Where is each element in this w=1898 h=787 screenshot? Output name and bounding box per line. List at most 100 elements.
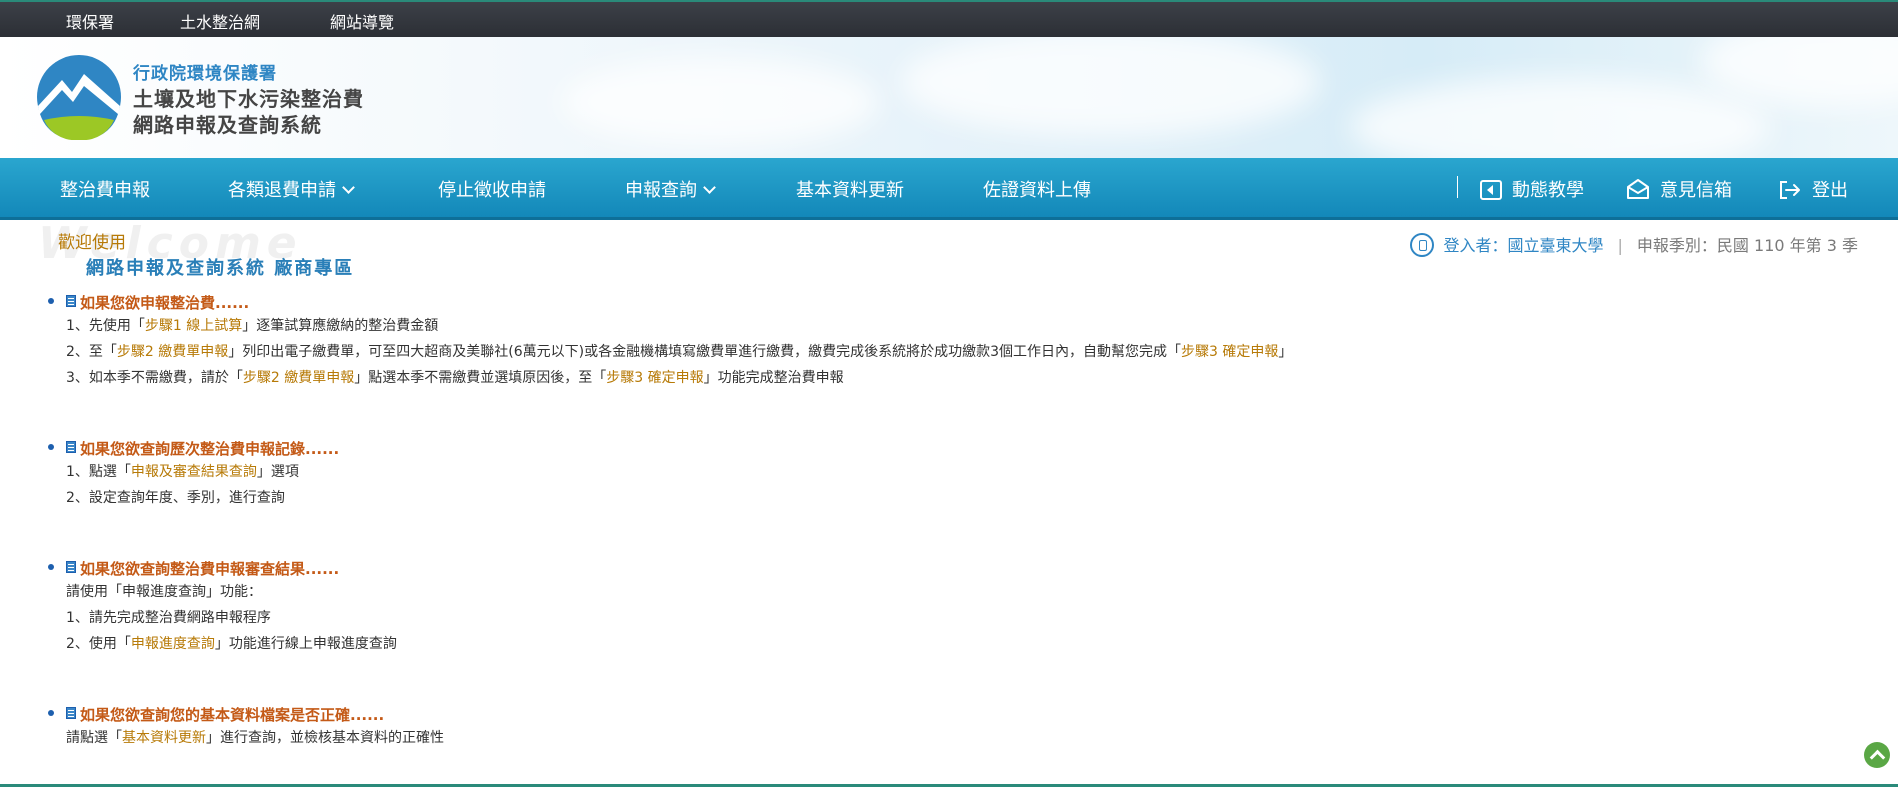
bullet-icon <box>48 444 54 450</box>
scroll-to-top-button[interactable] <box>1864 742 1890 768</box>
top-bar: 環保署 土水整治網 網站導覽 <box>0 0 1898 37</box>
nav-label: 意見信箱 <box>1660 180 1732 201</box>
brand-subtitle: 網路申報及查詢系統 <box>133 113 322 137</box>
info-separator: | <box>1617 236 1623 255</box>
instruction-text: 2、使用「 <box>66 636 131 652</box>
nav-label: 整治費申報 <box>60 180 150 201</box>
bullet-icon <box>48 564 54 570</box>
instruction-text: 」點選本季不需繳費並選填原因後，至「 <box>354 370 607 386</box>
instruction-text: 」進行查詢，並檢核基本資料的正確性 <box>206 730 444 746</box>
header-cloud <box>1350 77 1770 158</box>
nav-label: 佐證資料上傳 <box>983 180 1091 201</box>
instruction-line: 1、點選「申報及審查結果查詢」選項 <box>44 459 1544 485</box>
nav-refund-application[interactable]: 各類退費申請 <box>228 176 355 202</box>
section-heading: 如果您欲查詢歷次整治費申報記錄...... <box>44 437 1544 459</box>
bullet-icon <box>48 710 54 716</box>
main-nav: 整治費申報 各類退費申請 停止徵收申請 申報查詢 基本資料更新 佐證資料上傳 動… <box>0 158 1898 220</box>
instruction-text: 」選項 <box>256 464 299 480</box>
function-link[interactable]: 步驟3 確定申報 <box>606 370 703 386</box>
document-icon <box>66 561 76 573</box>
instruction-text: 2、設定查詢年度、季別，進行查詢 <box>66 490 285 506</box>
nav-stop-collection[interactable]: 停止徵收申請 <box>438 176 546 202</box>
instruction-text: 3、如本季不需繳費，請於「 <box>66 370 243 386</box>
header-cloud <box>560 57 880 147</box>
instruction-text: 」功能進行線上申報進度查詢 <box>214 636 397 652</box>
bullet-icon <box>48 298 54 304</box>
guide-section-history: 如果您欲查詢歷次整治費申報記錄...... 1、點選「申報及審查結果查詢」選項 2、… <box>44 437 1544 511</box>
header-cloud <box>1700 37 1898 107</box>
guide-section-review: 如果您欲查詢整治費申報審查結果...... 請使用「申報進度查詢」功能： 1、請先完… <box>44 557 1544 657</box>
guide-section-declare: 如果您欲申報整治費...... 1、先使用「步驟1 線上試算」逐筆試算應繳納的整治… <box>44 291 1544 391</box>
welcome-title: 歡迎使用 <box>58 233 126 253</box>
function-link[interactable]: 步驟2 繳費單申報 <box>117 344 228 360</box>
function-link[interactable]: 申報進度查詢 <box>131 636 215 652</box>
function-link[interactable]: 步驟1 線上試算 <box>145 318 242 334</box>
site-header: 行政院環境保護署 土壤及地下水污染整治費 網路申報及查詢系統 <box>0 37 1898 158</box>
nav-label: 基本資料更新 <box>796 180 904 201</box>
function-link[interactable]: 步驟2 繳費單申報 <box>243 370 354 386</box>
brand-agency: 行政院環境保護署 <box>133 64 277 84</box>
epa-logo[interactable] <box>36 54 122 140</box>
function-link[interactable]: 步驟3 確定申報 <box>1181 344 1278 360</box>
instruction-text: 」 <box>1278 344 1293 360</box>
nav-basic-data-update[interactable]: 基本資料更新 <box>796 176 904 202</box>
user-phone-icon <box>1409 233 1434 257</box>
nav-video-tutorial[interactable]: 動態教學 <box>1480 176 1584 202</box>
instruction-line: 1、請先完成整治費網路申報程序 <box>44 605 1544 631</box>
document-icon <box>66 707 76 719</box>
nav-declaration-query[interactable]: 申報查詢 <box>625 176 716 202</box>
login-label: 登入者： <box>1443 236 1508 255</box>
instruction-line: 2、設定查詢年度、季別，進行查詢 <box>44 485 1544 511</box>
nav-feedback-mailbox[interactable]: 意見信箱 <box>1626 176 1732 202</box>
instruction-text: 請使用「申報進度查詢」功能： <box>66 584 262 600</box>
instruction-line: 請使用「申報進度查詢」功能： <box>44 579 1544 605</box>
section-title: 如果您欲查詢整治費申報審查結果...... <box>80 560 340 578</box>
instruction-line: 2、至「步驟2 繳費單申報」列印出電子繳費單，可至四大超商及美聯社(6萬元以下)… <box>44 339 1544 365</box>
topbar-link-soil-water[interactable]: 土水整治網 <box>180 9 260 33</box>
login-user-name: 國立臺東大學 <box>1507 236 1604 255</box>
instruction-line: 1、先使用「步驟1 線上試算」逐筆試算應繳納的整治費金額 <box>44 313 1544 339</box>
nav-evidence-upload[interactable]: 佐證資料上傳 <box>983 176 1091 202</box>
instruction-text: 2、至「 <box>66 344 117 360</box>
declaration-season: 申報季別：民國 110 年第 3 季 <box>1636 236 1858 255</box>
brand-title: 土壤及地下水污染整治費 <box>133 87 364 111</box>
topbar-link-epa[interactable]: 環保署 <box>66 9 114 33</box>
section-title: 如果您欲查詢您的基本資料檔案是否正確...... <box>80 706 385 724</box>
nav-logout[interactable]: 登出 <box>1778 176 1848 202</box>
document-icon <box>66 441 76 453</box>
instruction-text: 1、請先完成整治費網路申報程序 <box>66 610 271 626</box>
nav-divider <box>1457 176 1458 198</box>
section-title: 如果您欲申報整治費...... <box>80 294 250 312</box>
mail-icon <box>1627 179 1649 199</box>
function-link[interactable]: 申報及審查結果查詢 <box>131 464 257 480</box>
instruction-text: 」逐筆試算應繳納的整治費金額 <box>242 318 439 334</box>
nav-label: 各類退費申請 <box>228 180 336 201</box>
section-heading: 如果您欲查詢您的基本資料檔案是否正確...... <box>44 703 1544 725</box>
nav-fee-declaration[interactable]: 整治費申報 <box>60 176 150 202</box>
instruction-line: 3、如本季不需繳費，請於「步驟2 繳費單申報」點選本季不需繳費並選填原因後，至「… <box>44 365 1544 391</box>
instruction-text: 1、先使用「 <box>66 318 145 334</box>
play-tutorial-icon <box>1480 180 1502 200</box>
instruction-line: 請點選「基本資料更新」進行查詢，並檢核基本資料的正確性 <box>44 725 1544 751</box>
welcome-subtitle: 網路申報及查詢系統 廠商專區 <box>86 258 355 279</box>
nav-label: 動態教學 <box>1512 180 1584 201</box>
chevron-down-icon <box>703 181 716 194</box>
function-link[interactable]: 基本資料更新 <box>122 730 206 746</box>
document-icon <box>66 295 76 307</box>
header-cloud <box>900 37 1320 137</box>
section-heading: 如果您欲查詢整治費申報審查結果...... <box>44 557 1544 579</box>
instruction-text: 」功能完成整治費申報 <box>703 370 844 386</box>
section-heading: 如果您欲申報整治費...... <box>44 291 1544 313</box>
chevron-down-icon <box>342 181 355 194</box>
instruction-text: 」列印出電子繳費單，可至四大超商及美聯社(6萬元以下)或各金融機構填寫繳費單進行… <box>228 344 1182 360</box>
instruction-line: 2、使用「申報進度查詢」功能進行線上申報進度查詢 <box>44 631 1544 657</box>
nav-label: 停止徵收申請 <box>438 180 546 201</box>
nav-label: 申報查詢 <box>625 180 697 201</box>
instruction-text: 1、點選「 <box>66 464 131 480</box>
logout-icon <box>1780 181 1800 199</box>
section-title: 如果您欲查詢歷次整治費申報記錄...... <box>80 440 340 458</box>
user-info: 登入者：國立臺東大學 | 申報季別：民國 110 年第 3 季 <box>1409 232 1858 257</box>
guide-section-basic-data: 如果您欲查詢您的基本資料檔案是否正確...... 請點選「基本資料更新」進行查詢，… <box>44 703 1544 751</box>
topbar-link-sitemap[interactable]: 網站導覽 <box>330 9 394 33</box>
instruction-text: 請點選「 <box>66 730 122 746</box>
